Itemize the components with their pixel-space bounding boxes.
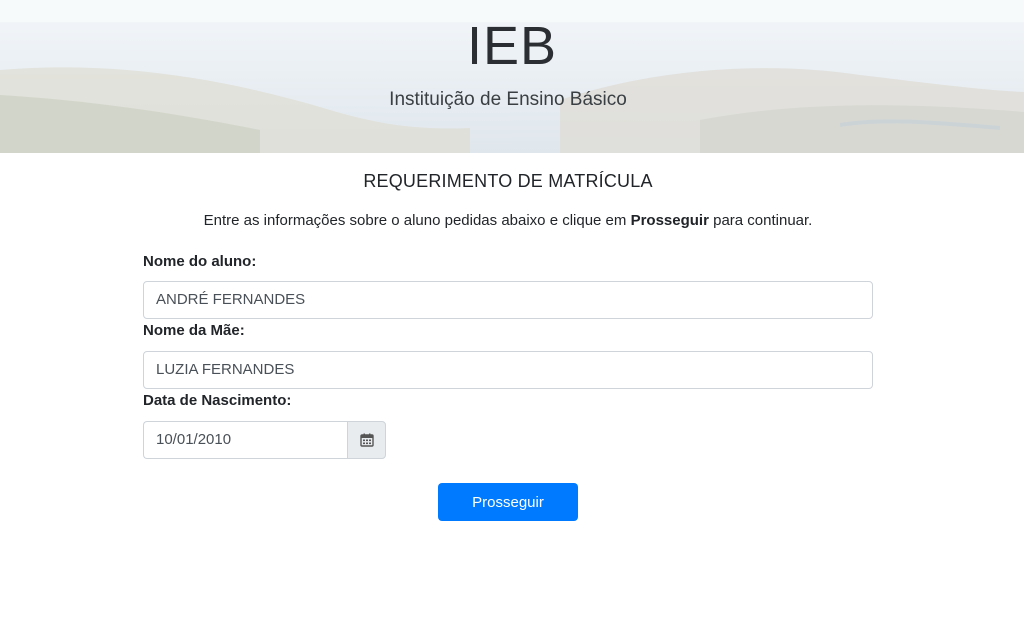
mother-name-label: Nome da Mãe:	[143, 322, 245, 339]
site-title: IEB	[466, 16, 558, 76]
instructions-part-2: para continuar.	[708, 212, 813, 229]
proceed-button[interactable]: Prosseguir	[438, 483, 578, 521]
birth-date-input[interactable]: 10/01/2010	[143, 421, 347, 459]
birth-date-group: 10/01/2010	[143, 421, 386, 459]
birth-date-label: Data de Nascimento:	[143, 392, 292, 409]
calendar-button[interactable]	[347, 421, 386, 459]
site-subtitle: Instituição de Ensino Básico	[389, 89, 627, 110]
page-title: REQUERIMENTO DE MATRÍCULA	[363, 171, 653, 191]
instructions-text: Entre as informações sobre o aluno pedid…	[0, 212, 1016, 229]
instructions-bold: Prosseguir	[630, 212, 709, 229]
instructions-part-1: Entre as informações sobre o aluno pedid…	[203, 212, 631, 229]
mother-name-input[interactable]: LUZIA FERNANDES	[143, 351, 873, 389]
header-banner: IEB Instituição de Ensino Básico	[0, 0, 1024, 153]
student-name-input[interactable]: ANDRÉ FERNANDES	[143, 281, 873, 319]
calendar-icon	[359, 433, 374, 447]
student-name-label: Nome do aluno:	[143, 253, 257, 270]
